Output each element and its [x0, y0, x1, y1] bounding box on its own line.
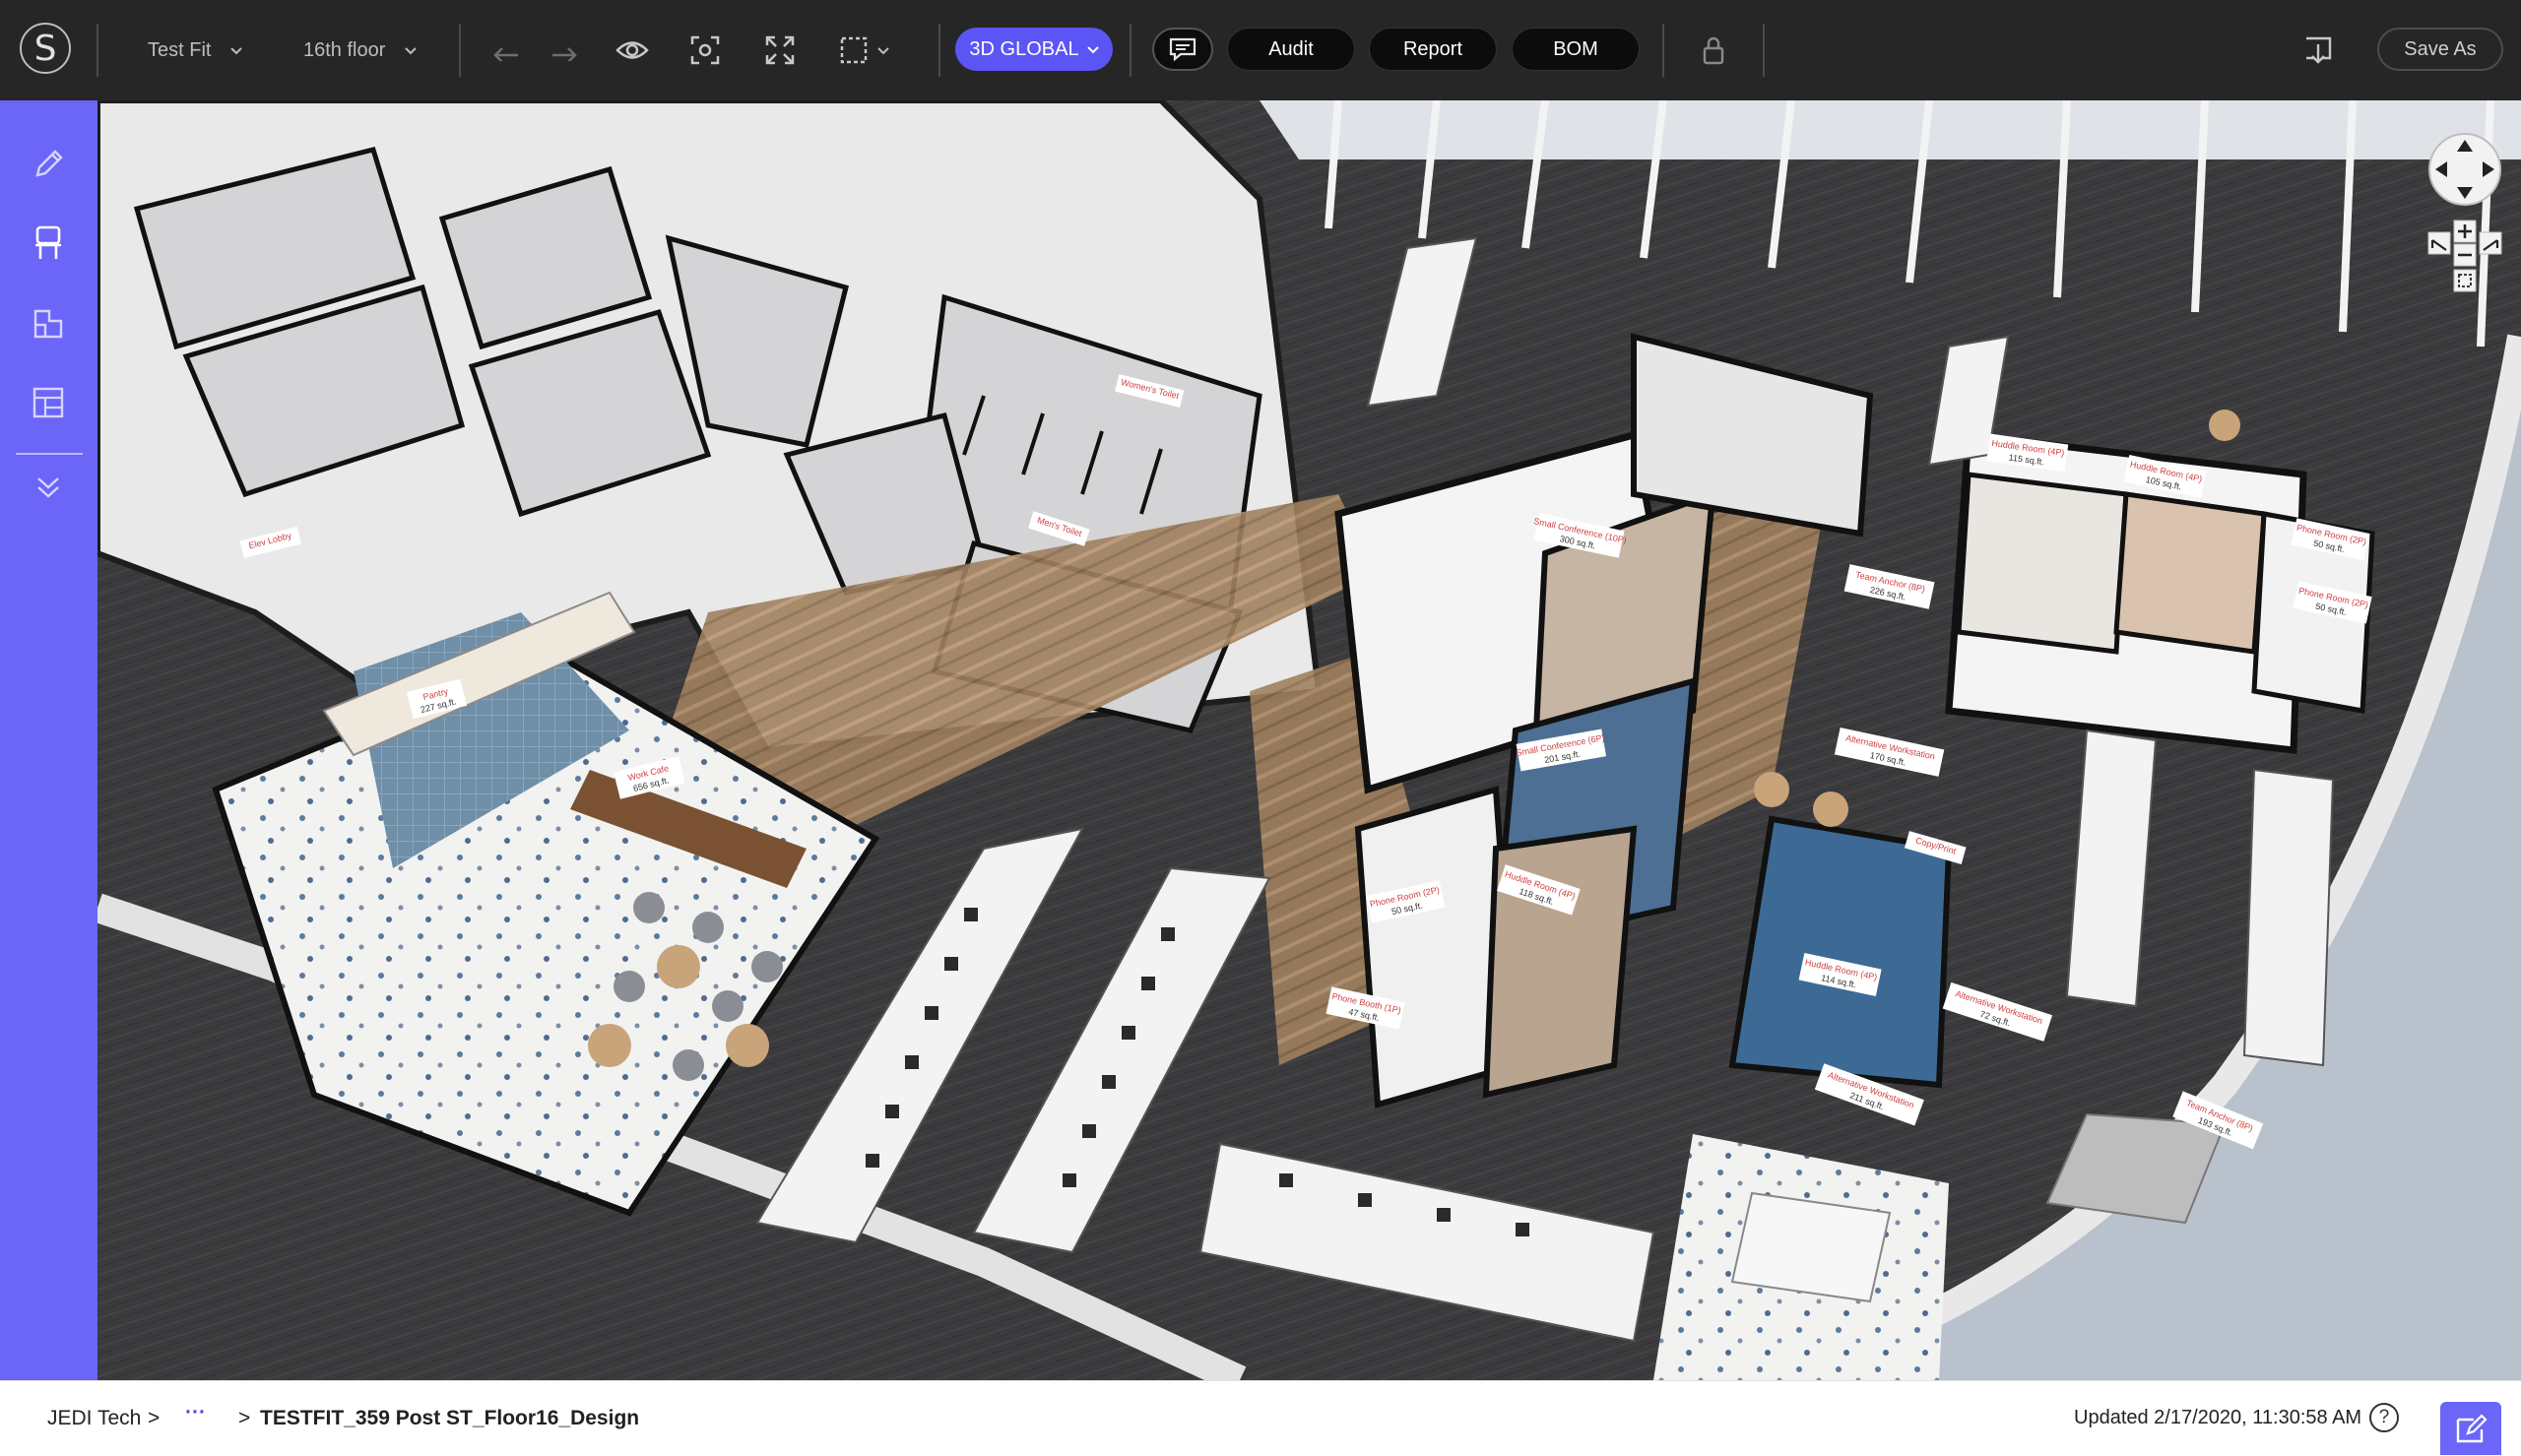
- breadcrumb-separator: >: [148, 1407, 161, 1429]
- breadcrumb-root[interactable]: JEDI Tech: [47, 1407, 141, 1430]
- 3d-floorplan-viewport[interactable]: Small Conference (10P) 300 sq.ft. Small C…: [97, 100, 2521, 1380]
- huddle-room-east: [2113, 491, 2267, 655]
- feedback-button[interactable]: [2440, 1402, 2501, 1455]
- edit-note-icon: [2456, 1414, 2488, 1443]
- pencil-icon[interactable]: [26, 142, 71, 187]
- huddle-room-east: [1956, 472, 2129, 655]
- chair-icon[interactable]: [26, 221, 71, 266]
- 3d-global-button[interactable]: 3D GLOBAL: [955, 28, 1113, 71]
- shapes-icon[interactable]: [26, 301, 71, 347]
- redo-icon[interactable]: [546, 31, 585, 70]
- fit-view-icon[interactable]: [2453, 269, 2477, 292]
- breadcrumb-separator: >: [238, 1407, 251, 1429]
- floor-selector-label: 16th floor: [303, 38, 386, 61]
- fullscreen-icon[interactable]: [760, 31, 800, 70]
- rotate-right-icon[interactable]: [2479, 231, 2502, 255]
- comment-button[interactable]: [1152, 28, 1213, 71]
- chevrons-down-icon[interactable]: [26, 465, 71, 510]
- chevron-down-icon: [877, 47, 889, 55]
- lock-icon[interactable]: [1694, 31, 1733, 70]
- download-icon[interactable]: [2298, 31, 2338, 70]
- sidebar-divider: [16, 453, 83, 455]
- floor-plan-icon[interactable]: [26, 380, 71, 425]
- select-area-dropdown[interactable]: [835, 31, 894, 70]
- zoom-in-icon[interactable]: [2453, 220, 2477, 243]
- chevron-down-icon: [1086, 46, 1099, 54]
- toolbar-divider: [1763, 24, 1765, 77]
- toolbar-divider: [97, 24, 98, 77]
- status-bar: JEDI Tech > ··· > TESTFIT_359 Post ST_Fl…: [0, 1380, 2521, 1456]
- report-label: Report: [1402, 37, 1463, 60]
- screenshot-icon[interactable]: [685, 31, 725, 70]
- left-sidebar: [0, 100, 97, 1380]
- chevron-down-icon: [405, 47, 418, 55]
- floor-selector-dropdown[interactable]: 16th floor: [303, 32, 418, 69]
- breadcrumb-design-name: TESTFIT_359 Post ST_Floor16_Design: [260, 1407, 640, 1429]
- save-as-button[interactable]: Save As: [2377, 28, 2503, 71]
- huddle-room-blue: [1728, 815, 1953, 1089]
- view-selector-label: Test Fit: [148, 38, 212, 61]
- toolbar-divider: [1662, 24, 1664, 77]
- toolbar-divider: [938, 24, 940, 77]
- toolbar-divider: [1130, 24, 1131, 77]
- glass-wall: [1260, 100, 2521, 159]
- team-anchor-table: [1730, 1191, 1892, 1303]
- camera-controls: [2424, 132, 2505, 305]
- bom-button[interactable]: BOM: [1512, 28, 1640, 71]
- floorplan-canvas[interactable]: Small Conference (10P)300 sq.ft. Small C…: [97, 100, 2521, 1380]
- select-area-icon: [840, 36, 868, 64]
- comment-icon: [1169, 37, 1196, 61]
- save-as-label: Save As: [2404, 37, 2477, 60]
- 3d-global-label: 3D GLOBAL: [969, 37, 1079, 60]
- pan-control-icon[interactable]: [2428, 133, 2501, 206]
- s-logo-icon[interactable]: S: [20, 23, 71, 74]
- eye-icon[interactable]: [613, 31, 652, 70]
- undo-icon[interactable]: [485, 31, 525, 70]
- last-updated-text: Updated 2/17/2020, 11:30:58 AM: [2074, 1407, 2362, 1428]
- breadcrumb-ellipsis[interactable]: ···: [185, 1401, 206, 1424]
- zoom-out-icon[interactable]: [2453, 243, 2477, 267]
- audit-button[interactable]: Audit: [1227, 28, 1355, 71]
- top-toolbar: S Test Fit 16th floor 3D GLOBAL Audit Re…: [0, 0, 2521, 100]
- bom-label: BOM: [1553, 37, 1598, 60]
- chevron-down-icon: [230, 47, 243, 55]
- view-selector-dropdown[interactable]: Test Fit: [148, 32, 243, 69]
- report-button[interactable]: Report: [1369, 28, 1497, 71]
- audit-label: Audit: [1268, 37, 1314, 60]
- help-icon[interactable]: ?: [2369, 1403, 2399, 1432]
- rotate-left-icon[interactable]: [2427, 231, 2451, 255]
- toolbar-divider: [459, 24, 461, 77]
